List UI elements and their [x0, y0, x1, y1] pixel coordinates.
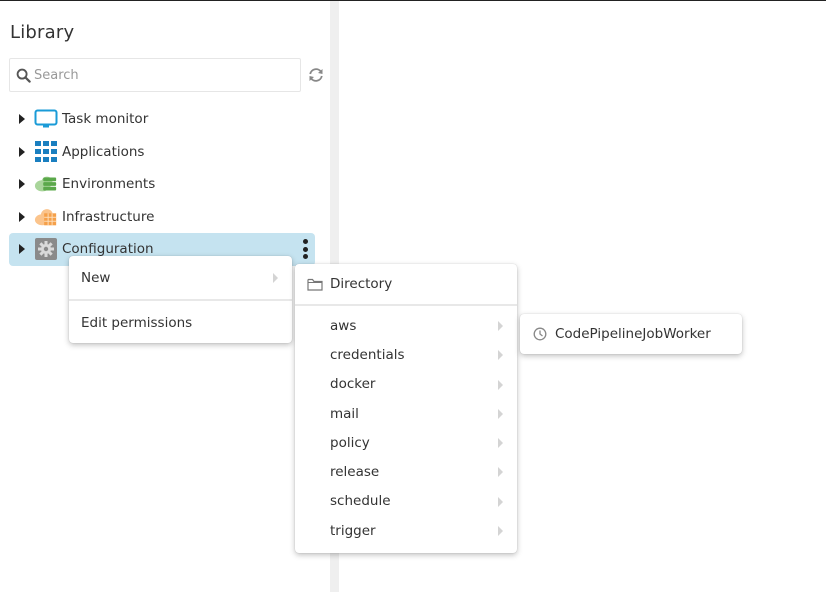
monitor-icon [34, 108, 58, 130]
context-menu: New Edit permissions [69, 256, 292, 343]
kebab-dot [302, 246, 308, 252]
menu-item-label: trigger [330, 522, 376, 539]
menu-item-credentials[interactable]: credentials [295, 340, 517, 369]
folder-icon [307, 278, 323, 291]
menu-item-codepipelinejobworker[interactable]: CodePipelineJobWorker [520, 314, 742, 354]
menu-item-label: credentials [330, 346, 405, 363]
menu-item-label: New [81, 269, 111, 286]
expand-caret-icon[interactable] [19, 146, 25, 157]
tree-item-label: Infrastructure [62, 208, 155, 225]
kebab-dot [302, 239, 308, 244]
type-list: aws credentials docker mail policy relea… [295, 306, 517, 545]
expand-caret-icon[interactable] [19, 179, 25, 190]
menu-item-label: Edit permissions [81, 314, 193, 331]
clock-icon [533, 327, 547, 341]
expand-caret-icon[interactable] [19, 114, 25, 125]
tree-item-label: Environments [62, 176, 156, 193]
gear-icon [34, 238, 58, 261]
submenu-arrow-icon [273, 273, 278, 283]
menu-item-label: CodePipelineJobWorker [555, 326, 711, 342]
tree-item-label: Configuration [62, 241, 154, 258]
menu-item-policy[interactable]: policy [295, 428, 517, 457]
menu-item-schedule[interactable]: schedule [295, 487, 517, 516]
aws-submenu: CodePipelineJobWorker [520, 314, 742, 354]
menu-item-label: aws [330, 317, 357, 334]
tree-item-label: Applications [62, 143, 145, 160]
menu-item-trigger[interactable]: trigger [295, 516, 517, 545]
tree-item-environments[interactable]: Environments [9, 168, 315, 201]
search-icon [16, 68, 31, 83]
menu-item-label: Directory [330, 276, 393, 292]
library-title: Library [10, 22, 75, 43]
library-tree: Task monitor Applications Environments I… [9, 103, 315, 266]
submenu-arrow-icon [498, 496, 503, 507]
menu-item-label: policy [330, 434, 370, 451]
refresh-icon [309, 68, 323, 82]
menu-item-aws[interactable]: aws [295, 311, 517, 340]
submenu-arrow-icon [498, 438, 503, 449]
search-box[interactable] [9, 58, 301, 92]
menu-item-release[interactable]: release [295, 457, 517, 486]
menu-item-label: mail [330, 405, 359, 422]
tree-item-label: Task monitor [62, 111, 149, 128]
menu-item-mail[interactable]: mail [295, 399, 517, 428]
grid-icon [34, 140, 58, 163]
menu-item-label: schedule [330, 493, 391, 510]
more-options-button[interactable] [301, 239, 309, 259]
submenu-arrow-icon [498, 321, 503, 331]
expand-caret-icon[interactable] [19, 244, 25, 255]
environments-cloud-icon [34, 173, 58, 195]
infrastructure-cloud-icon [34, 206, 58, 228]
expand-caret-icon[interactable] [19, 211, 25, 222]
refresh-button[interactable] [306, 65, 326, 85]
submenu-arrow-icon [498, 379, 503, 390]
menu-item-label: docker [330, 376, 376, 393]
tree-item-infrastructure[interactable]: Infrastructure [9, 201, 315, 234]
search-input[interactable] [34, 67, 284, 83]
menu-item-docker[interactable]: docker [295, 370, 517, 399]
submenu-arrow-icon [498, 408, 503, 419]
submenu-arrow-icon [498, 467, 503, 478]
menu-item-edit-permissions[interactable]: Edit permissions [69, 301, 292, 344]
menu-item-label: release [330, 464, 380, 481]
submenu-arrow-icon [498, 350, 503, 361]
menu-item-new[interactable]: New [69, 256, 292, 299]
tree-item-applications[interactable]: Applications [9, 136, 315, 169]
kebab-dot [302, 254, 308, 259]
new-submenu: Directory aws credentials docker mail po… [295, 264, 517, 553]
submenu-arrow-icon [498, 526, 503, 537]
tree-item-task-monitor[interactable]: Task monitor [9, 103, 315, 136]
menu-item-directory[interactable]: Directory [295, 264, 517, 304]
